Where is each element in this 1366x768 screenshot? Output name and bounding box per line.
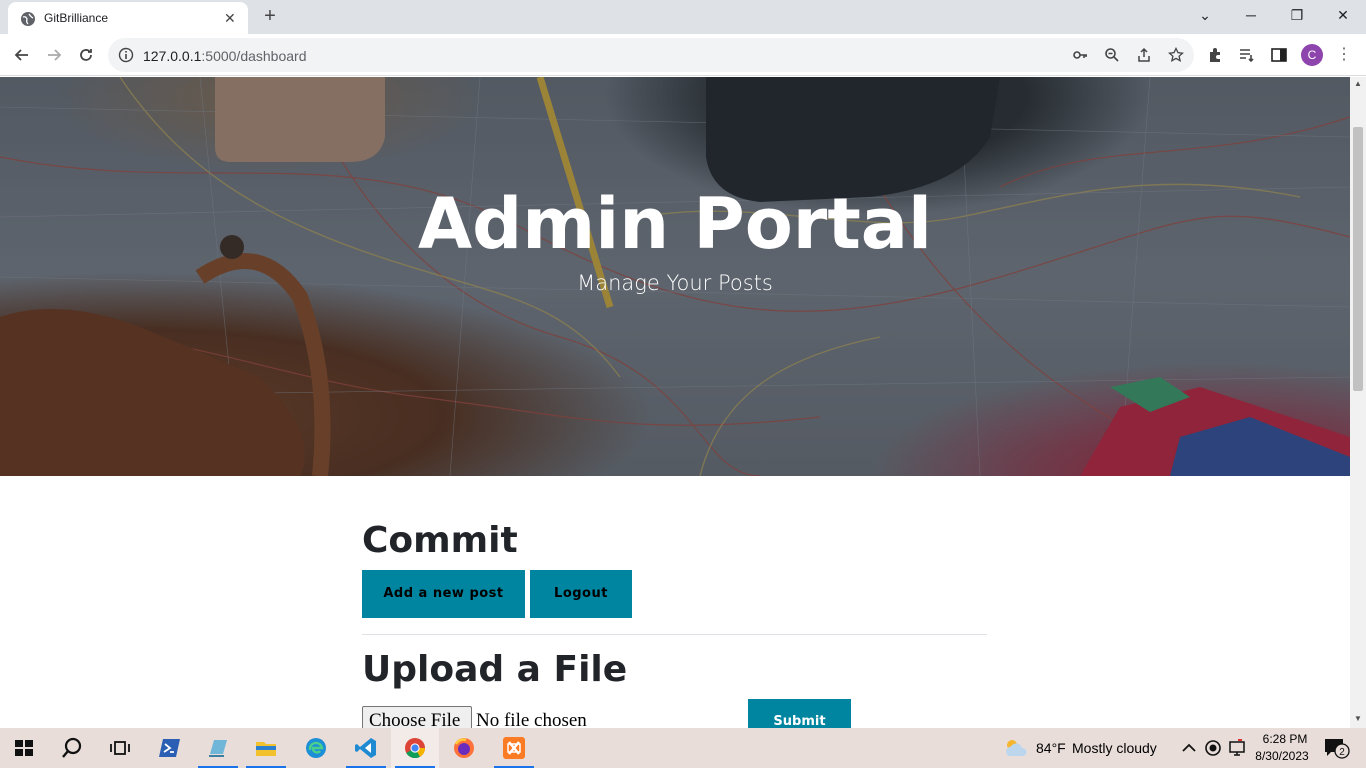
page-viewport: Admin Portal Manage Your Posts Commit Ad… [0,77,1350,728]
logout-button[interactable]: Logout [530,570,632,618]
windows-logo-icon [15,740,33,756]
task-view-icon [110,741,130,755]
hero-header: Admin Portal Manage Your Posts [0,77,1350,476]
reload-icon[interactable] [74,43,98,67]
forward-arrow-icon[interactable] [42,43,66,67]
browser-tab-active[interactable]: GitBrilliance ✕ [8,2,248,34]
windows-taskbar: 84°F Mostly cloudy 6:28 PM 8/30/2023 2 [0,728,1366,768]
no-file-status: No file chosen [476,710,587,728]
vscode-app[interactable] [342,728,390,768]
notifications-icon[interactable]: 2 [1322,736,1350,760]
chrome-icon [405,738,426,759]
upload-heading: Upload a File [362,649,628,690]
page-subtitle: Manage Your Posts [577,271,773,295]
minimize-icon[interactable]: ─ [1236,4,1266,26]
file-explorer-app[interactable] [242,728,290,768]
window-close-icon[interactable]: ✕ [1328,4,1358,26]
extensions-icon[interactable] [1207,46,1225,64]
show-hidden-icons-chevron-icon[interactable] [1180,738,1198,758]
page-scrollbar[interactable]: ▲ ▼ [1350,77,1366,728]
globe-icon [21,12,35,26]
notepad-icon [209,740,227,757]
powershell-app[interactable] [146,728,194,768]
share-icon[interactable] [1136,47,1152,63]
zoom-icon[interactable] [1104,47,1120,63]
restore-icon[interactable]: ❐ [1282,4,1312,26]
clock-time[interactable]: 6:28 PM [1257,732,1313,746]
edge-icon [306,738,326,758]
firefox-icon [454,738,474,758]
task-view-button[interactable] [96,728,144,768]
scrollbar-thumb[interactable] [1353,127,1363,391]
profile-avatar[interactable]: C [1301,44,1323,66]
record-icon[interactable] [1204,738,1222,758]
browser-toolbar: 127.0.0.1:5000/dashboard C ⋮ [0,34,1366,76]
bookmark-star-icon[interactable] [1168,47,1184,63]
firefox-app[interactable] [440,728,488,768]
menu-kebab-icon[interactable]: ⋮ [1336,44,1352,66]
browser-tab-bar: GitBrilliance ✕ + ⌄ ─ ❐ ✕ [0,0,1366,34]
network-icon[interactable] [1228,738,1246,758]
key-icon[interactable] [1072,47,1088,63]
new-tab-icon[interactable]: + [260,4,280,28]
page-title: Admin Portal [417,183,933,265]
submit-button[interactable]: Submit [748,699,851,728]
choose-file-button[interactable]: Choose File [362,706,472,728]
weather-description[interactable]: Mostly cloudy [1072,740,1157,756]
clock-date[interactable]: 8/30/2023 [1251,749,1313,763]
chrome-app[interactable] [391,728,439,768]
xampp-app[interactable] [490,728,538,768]
search-button[interactable] [48,728,96,768]
commit-heading: Commit [362,520,518,561]
notification-count: 2 [1339,747,1345,758]
vscode-icon [355,738,376,758]
search-icon [62,737,82,758]
start-button[interactable] [0,728,48,768]
close-tab-icon[interactable]: ✕ [224,10,236,26]
section-divider [362,634,987,635]
folder-icon [256,742,276,756]
site-info-icon[interactable] [118,47,134,63]
add-new-post-button[interactable]: Add a new post [362,570,525,618]
scroll-down-icon[interactable]: ▼ [1354,714,1362,723]
powershell-icon [159,739,180,757]
url-text: 127.0.0.1:5000/dashboard [143,48,307,64]
weather-cloudy-icon[interactable] [1003,738,1029,758]
weather-temperature[interactable]: 84°F [1036,740,1066,756]
tab-search-icon[interactable]: ⌄ [1190,4,1220,26]
reading-list-icon[interactable] [1238,46,1256,64]
scroll-up-icon[interactable]: ▲ [1354,79,1362,88]
tab-title: GitBrilliance [44,11,109,25]
address-bar[interactable]: 127.0.0.1:5000/dashboard [108,38,1194,72]
notepad-app[interactable] [194,728,242,768]
xampp-icon [503,737,525,759]
side-panel-icon[interactable] [1270,46,1288,64]
edge-app[interactable] [292,728,340,768]
back-arrow-icon[interactable] [10,43,34,67]
